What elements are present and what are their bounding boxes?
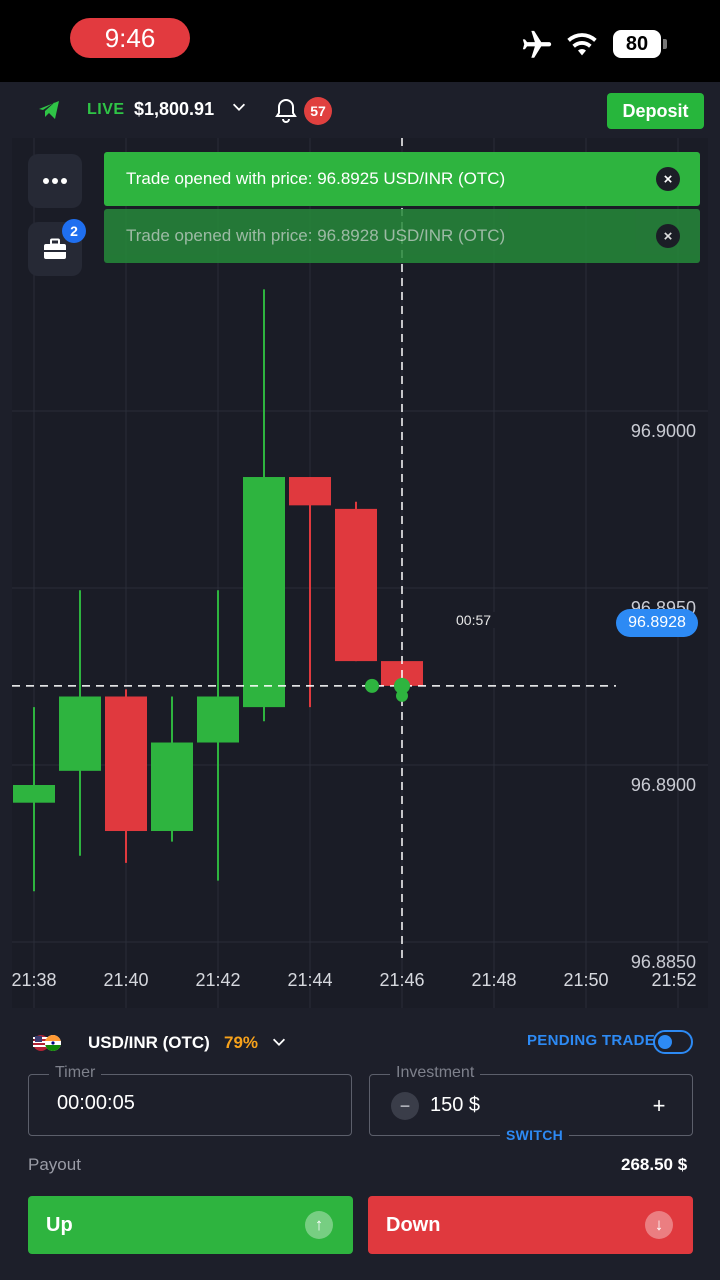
currency-flag-icon xyxy=(33,1035,61,1051)
candle-body xyxy=(13,785,55,803)
investment-field[interactable]: Investment − 150 $ + SWITCH xyxy=(369,1064,693,1143)
timer-value[interactable]: 00:00:05 xyxy=(57,1092,135,1115)
airplane-icon xyxy=(522,30,552,58)
open-trades-badge: 2 xyxy=(62,219,86,243)
top-header: LIVE $1,800.91 57 Deposit xyxy=(12,82,708,138)
candle-body xyxy=(197,696,239,743)
pending-trade-toggle[interactable] xyxy=(653,1030,693,1054)
x-tick-label: 21:46 xyxy=(379,970,424,990)
x-tick-label: 21:40 xyxy=(103,970,148,990)
up-button[interactable]: Up ↑ xyxy=(28,1196,353,1254)
arrow-up-icon: ↑ xyxy=(305,1211,333,1239)
price-chart[interactable]: 96.9000 96.8950 96.8900 96.8850 21:38 21:40 21… xyxy=(12,138,708,1008)
down-button-label: Down xyxy=(386,1213,441,1236)
candle-body xyxy=(243,477,285,708)
trade-opened-toast: Trade opened with price: 96.8925 USD/INR… xyxy=(104,152,700,206)
deposit-button[interactable]: Deposit xyxy=(607,93,704,129)
timer-field[interactable]: Timer 00:00:05 xyxy=(28,1064,352,1136)
briefcase-icon xyxy=(44,238,66,259)
status-time: 9:46 xyxy=(70,18,190,58)
candle-body xyxy=(289,477,331,506)
switch-button[interactable]: SWITCH xyxy=(500,1127,570,1143)
account-balance[interactable]: $1,800.91 xyxy=(134,99,214,120)
asset-payout-percent: 79% xyxy=(224,1033,259,1052)
y-tick-label: 96.8900 xyxy=(631,775,696,795)
candle-body xyxy=(151,742,193,832)
close-icon[interactable]: × xyxy=(656,167,680,191)
x-tick-label: 21:38 xyxy=(12,970,57,990)
payout-value: 268.50 $ xyxy=(621,1155,688,1174)
payout-label: Payout xyxy=(28,1155,81,1174)
down-button[interactable]: Down ↓ xyxy=(368,1196,693,1254)
candle-body xyxy=(335,508,377,662)
y-tick-label: 96.9000 xyxy=(631,421,696,441)
candlestick-chart[interactable]: 96.900096.895096.890096.885021:38 21:40 21… xyxy=(12,138,708,1008)
asset-name[interactable]: USD/INR (OTC) xyxy=(88,1033,210,1053)
candle-body xyxy=(59,696,101,771)
candle-body xyxy=(105,696,147,832)
toast-message: Trade opened with price: 96.8928 USD/INR… xyxy=(126,226,506,245)
account-mode-label[interactable]: LIVE xyxy=(87,101,125,119)
investment-legend: Investment xyxy=(390,1064,481,1082)
x-tick-label: 21:42 xyxy=(195,970,240,990)
x-tick-label: 21:52 xyxy=(651,970,696,990)
x-tick-label: 21:44 xyxy=(287,970,332,990)
trade-opened-toast: Trade opened with price: 96.8928 USD/INR… xyxy=(104,209,700,263)
wifi-icon xyxy=(567,33,597,56)
investment-value[interactable]: 150 $ xyxy=(430,1094,480,1117)
notification-count-badge: 57 xyxy=(304,97,332,125)
more-menu-button[interactable] xyxy=(28,154,82,208)
status-bar: 9:46 80 xyxy=(0,0,720,82)
arrow-down-icon: ↓ xyxy=(645,1211,673,1239)
x-tick-label: 21:50 xyxy=(563,970,608,990)
chevron-down-icon[interactable] xyxy=(270,1033,288,1051)
close-icon[interactable]: × xyxy=(656,224,680,248)
chevron-down-icon[interactable] xyxy=(230,98,248,116)
current-price-label: 96.8928 xyxy=(616,609,698,637)
candle-countdown: 00:57 xyxy=(452,612,496,628)
battery-icon: 80 xyxy=(613,30,667,58)
trade-marker xyxy=(396,689,408,702)
more-dots-icon xyxy=(43,178,67,184)
toast-message: Trade opened with price: 96.8925 USD/INR… xyxy=(126,169,506,188)
trade-marker xyxy=(365,678,379,693)
timer-legend: Timer xyxy=(49,1064,102,1082)
x-tick-label: 21:48 xyxy=(471,970,516,990)
bell-icon[interactable] xyxy=(274,98,298,124)
send-icon xyxy=(39,101,59,119)
y-tick-label: 96.8850 xyxy=(631,952,696,972)
up-button-label: Up xyxy=(46,1213,73,1236)
pending-trade-label: PENDING TRADE xyxy=(527,1032,656,1049)
increase-investment-button[interactable]: + xyxy=(646,1093,672,1119)
decrease-investment-button[interactable]: − xyxy=(391,1092,419,1120)
